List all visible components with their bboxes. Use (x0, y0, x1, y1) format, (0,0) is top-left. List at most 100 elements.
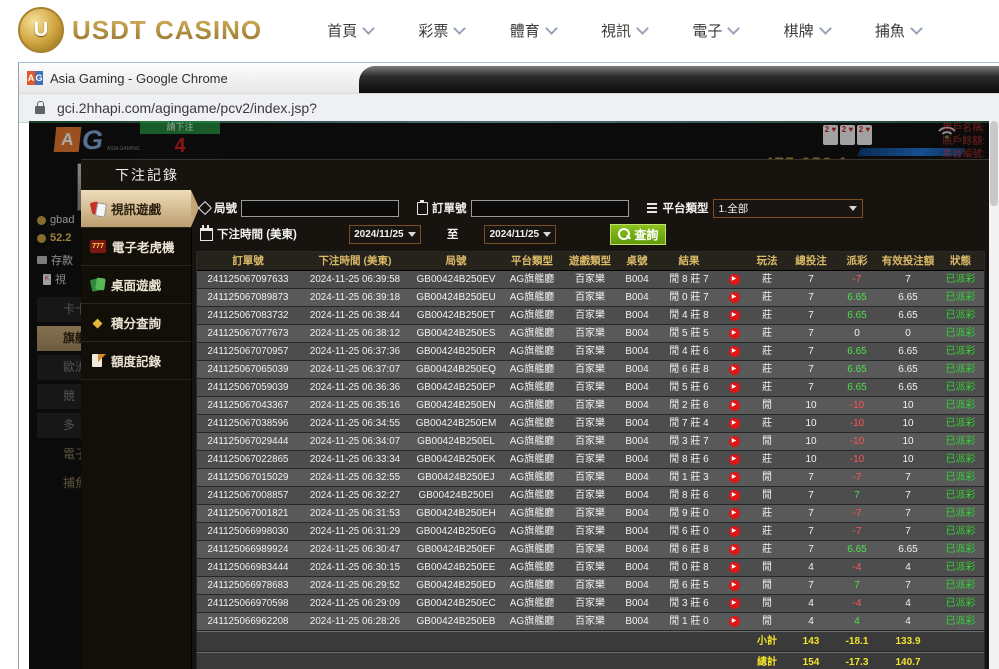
nav-item-home[interactable]: 首頁 (327, 20, 373, 41)
scrollbar-thumb[interactable] (990, 121, 998, 206)
replay-button[interactable]: ▶ (729, 508, 740, 519)
calendar-icon (200, 228, 213, 241)
status-badge: 已派彩 (937, 541, 984, 558)
order-number: 241125067097633 (197, 271, 299, 288)
platform-type: AG旗艦廳 (501, 433, 563, 450)
total-bet: 10 (787, 397, 835, 414)
playing-card: 2 ♥ (840, 125, 855, 145)
sidebar-item[interactable]: 視訊遊戲 (81, 190, 191, 228)
play-cell: ▶ (721, 451, 747, 468)
replay-button[interactable]: ▶ (729, 544, 740, 555)
username-row: gbad (37, 214, 74, 226)
url-bar[interactable]: gci.2hhapi.com/agingame/pcv2/index.jsp? (19, 93, 999, 123)
chevron-down-icon (819, 22, 832, 35)
replay-button[interactable]: ▶ (729, 418, 740, 429)
empty-cell (937, 653, 984, 669)
scrollbar[interactable] (989, 121, 999, 669)
replay-button[interactable]: ▶ (729, 454, 740, 465)
play-cell: ▶ (721, 577, 747, 594)
total-bet: 7 (787, 343, 835, 360)
table-number: B004 (617, 325, 657, 342)
replay-button[interactable]: ▶ (729, 616, 740, 627)
total-bet: 7 (787, 523, 835, 540)
replay-button[interactable]: ▶ (729, 598, 740, 609)
valid-bet: 10 (879, 397, 937, 414)
round-number: GB00424B250EE (411, 559, 501, 576)
replay-button[interactable]: ▶ (729, 490, 740, 501)
query-button[interactable]: 查詢 (610, 224, 666, 245)
money-icon (37, 234, 46, 243)
sidebar-item[interactable]: 桌面遊戲 (81, 266, 191, 304)
nav-item-lottery[interactable]: 彩票 (418, 20, 464, 41)
date-from-select[interactable]: 2024/11/25 (349, 225, 421, 244)
status-badge: 已派彩 (937, 325, 984, 342)
sidebar-item[interactable]: 777電子老虎機 (81, 228, 191, 266)
replay-button[interactable]: ▶ (729, 526, 740, 537)
nav-item-sports[interactable]: 體育 (510, 20, 556, 41)
play-type: 莊 (747, 415, 787, 432)
replay-button[interactable]: ▶ (729, 580, 740, 591)
round-number: GB00424B250ET (411, 307, 501, 324)
order-input[interactable] (471, 200, 629, 217)
replay-button[interactable]: ▶ (729, 328, 740, 339)
nav-item-egames[interactable]: 電子 (692, 20, 738, 41)
round-number: GB00424B250EP (411, 379, 501, 396)
empty-cell (617, 632, 657, 651)
table-number: B004 (617, 487, 657, 504)
table-cards: 2 ♥2 ♥2 ♥ (823, 125, 872, 145)
replay-button[interactable]: ▶ (729, 562, 740, 573)
valid-bet: 0 (879, 325, 937, 342)
column-header: 桌號 (617, 252, 657, 270)
replay-button[interactable]: ▶ (729, 472, 740, 483)
table-row: 2411250670228652024-11-25 06:33:34GB0042… (197, 451, 984, 469)
play-cell: ▶ (721, 595, 747, 612)
round-number: GB00424B250EQ (411, 361, 501, 378)
browser-title-bar[interactable]: A G Asia Gaming - Google Chrome (19, 63, 999, 93)
nav-item-video[interactable]: 視訊 (601, 20, 647, 41)
chevron-down-icon (636, 22, 649, 35)
replay-button[interactable]: ▶ (729, 400, 740, 411)
replay-button[interactable]: ▶ (729, 346, 740, 357)
game-type: 百家樂 (563, 577, 617, 594)
date-to-select[interactable]: 2024/11/25 (484, 225, 556, 244)
payout: 6.65 (835, 379, 879, 396)
date-from-value: 2024/11/25 (354, 229, 404, 240)
deposit-row[interactable]: 存款 (37, 252, 73, 268)
payout: -10 (835, 451, 879, 468)
status-badge: 已派彩 (937, 361, 984, 378)
table-body: 2411250670976332024-11-25 06:39:58GB0042… (197, 271, 984, 631)
game-type: 百家樂 (563, 595, 617, 612)
payout: -7 (835, 271, 879, 288)
replay-button[interactable]: ▶ (729, 382, 740, 393)
site-logo[interactable]: U USDT CASINO (18, 7, 262, 53)
platform-select[interactable]: 1.全部 (713, 199, 863, 218)
bet-time: 2024-11-25 06:30:15 (299, 559, 411, 576)
ag-game-logo: A G ASIA GAMING (55, 127, 140, 152)
result: 閒 3 莊 7 (657, 433, 721, 450)
nav-item-fishing[interactable]: 捕魚 (875, 20, 921, 41)
ag-logo-g: G (82, 128, 103, 152)
table-number: B004 (617, 469, 657, 486)
sidebar-item[interactable]: 額度記錄 (81, 342, 191, 380)
column-header: 下注時間 (美東) (299, 252, 411, 270)
round-input[interactable] (241, 200, 399, 217)
table-number: B004 (617, 595, 657, 612)
play-cell: ▶ (721, 559, 747, 576)
replay-button[interactable]: ▶ (729, 364, 740, 375)
replay-button[interactable]: ▶ (729, 292, 740, 303)
valid-bet: 7 (879, 487, 937, 504)
platform-type: AG旗艦廳 (501, 361, 563, 378)
empty-cell (197, 632, 299, 651)
video-tab-row[interactable]: K 視 (43, 271, 66, 287)
playing-card: 2 ♥ (823, 125, 838, 145)
result: 閒 1 莊 0 (657, 613, 721, 630)
replay-button[interactable]: ▶ (729, 436, 740, 447)
replay-button[interactable]: ▶ (729, 274, 740, 285)
table-header-row: 訂單號下注時間 (美東)局號平台類型遊戲類型桌號結果玩法總投注派彩有效投注額狀態 (197, 252, 984, 271)
play-cell: ▶ (721, 379, 747, 396)
sidebar-item[interactable]: ◆積分查詢 (81, 304, 191, 342)
empty-cell (411, 632, 501, 651)
nav-item-chess[interactable]: 棋牌 (784, 20, 830, 41)
sidebar-item-label: 桌面遊戲 (111, 275, 161, 294)
replay-button[interactable]: ▶ (729, 310, 740, 321)
